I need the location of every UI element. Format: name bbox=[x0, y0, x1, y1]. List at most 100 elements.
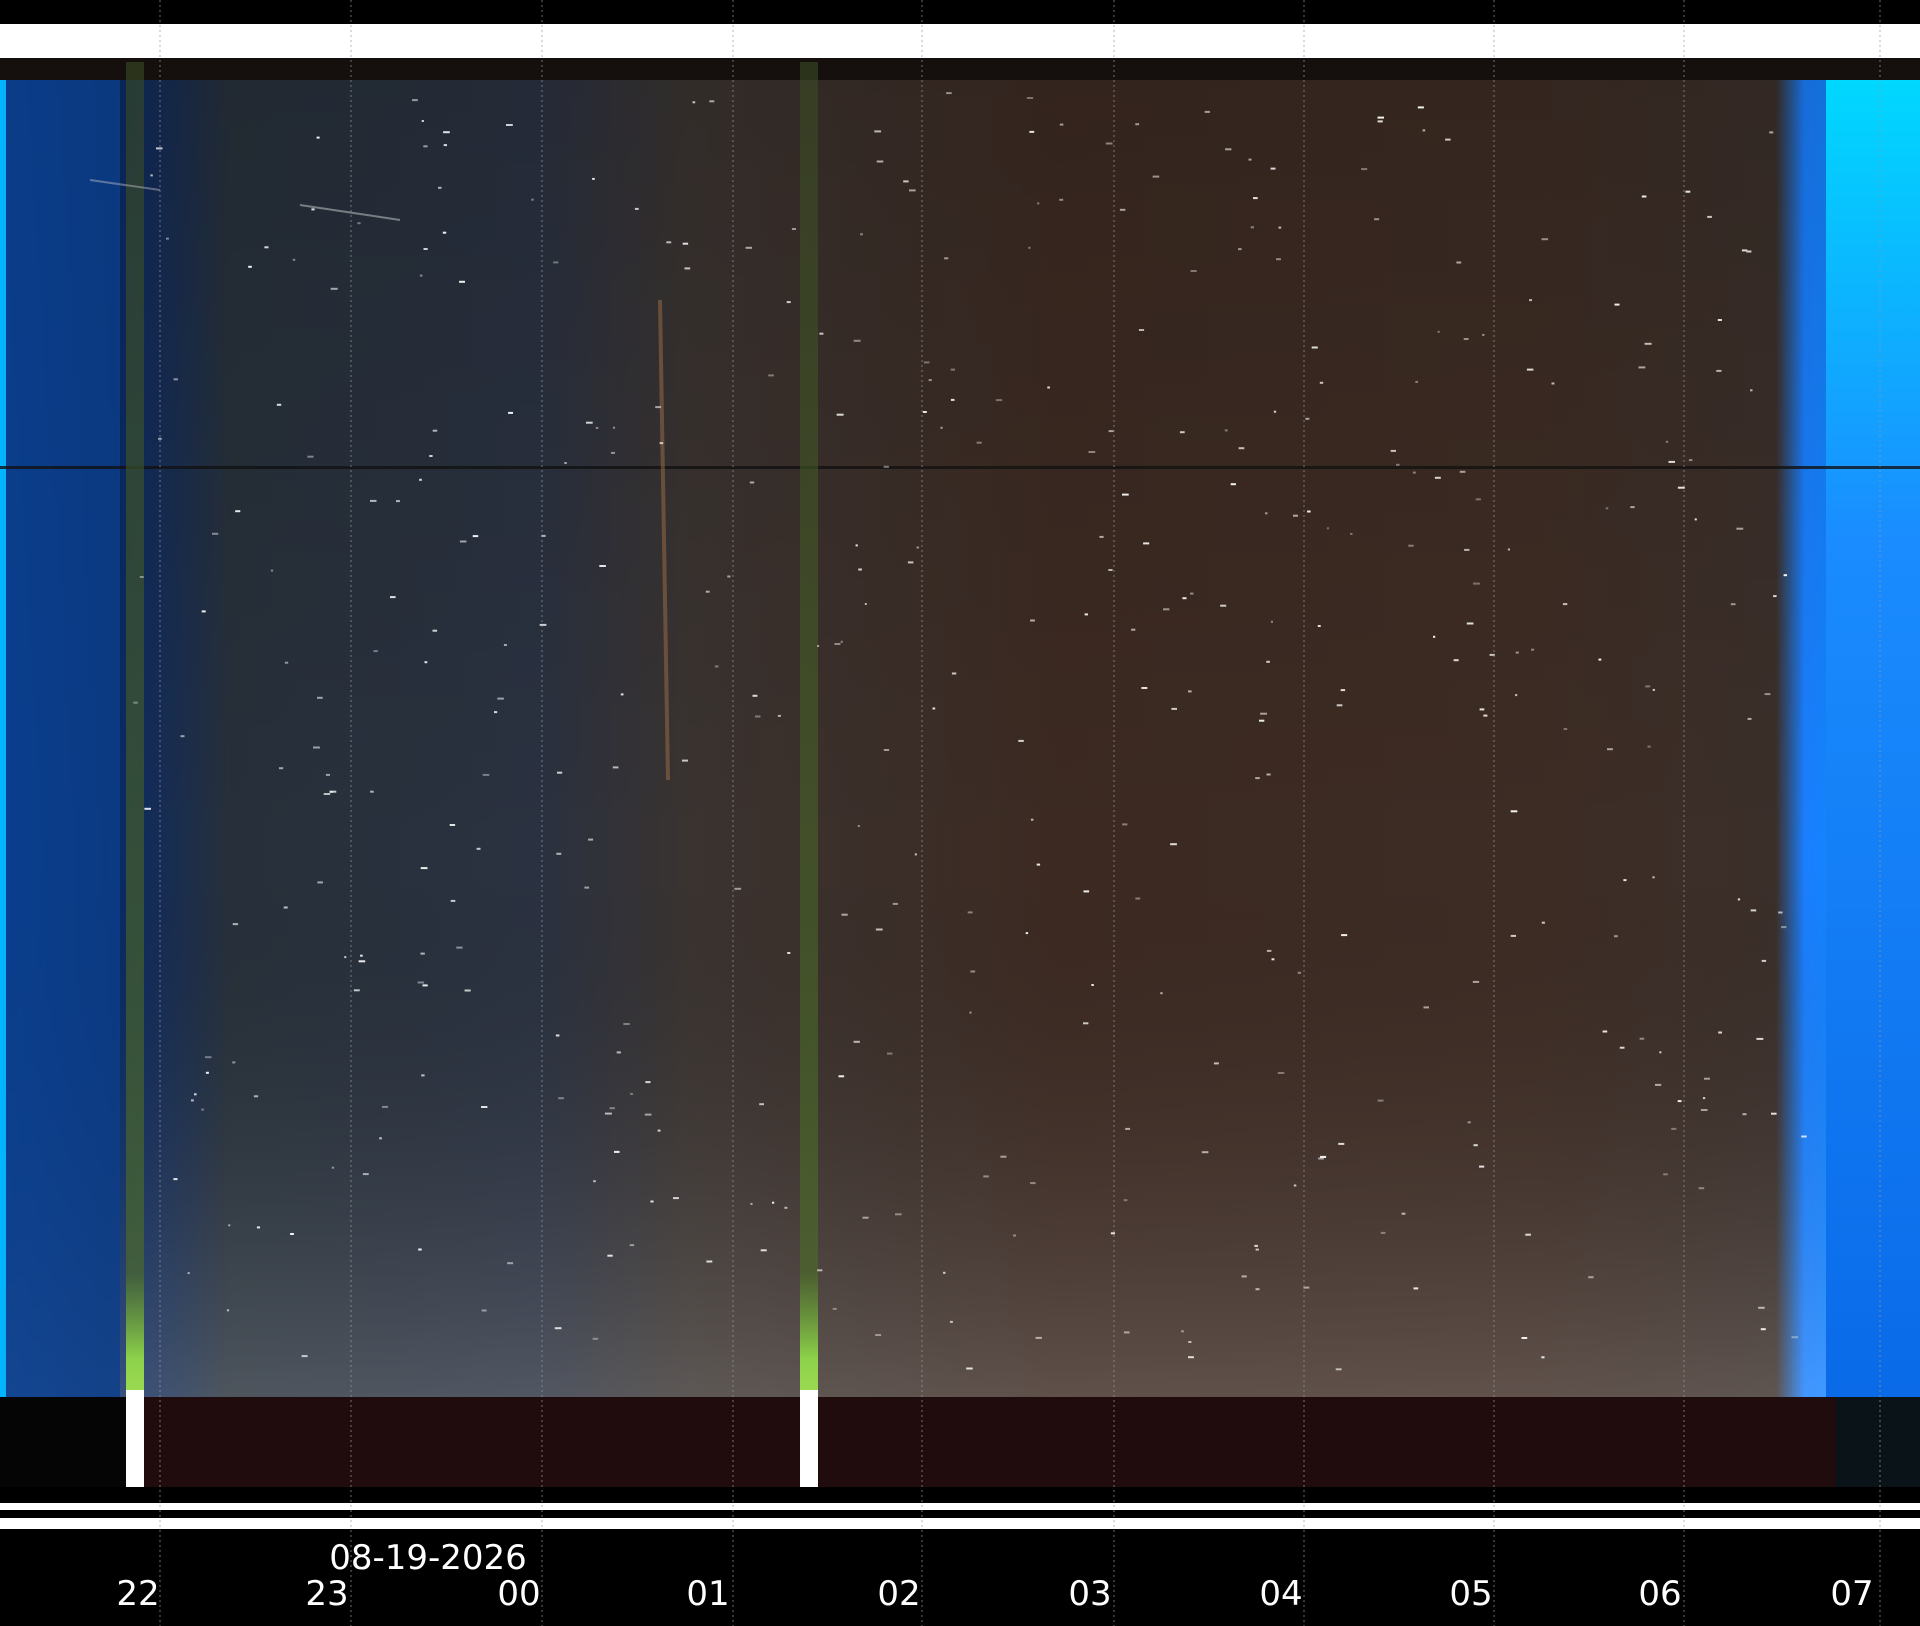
star bbox=[205, 1056, 212, 1059]
star bbox=[612, 426, 616, 429]
star bbox=[1190, 592, 1194, 595]
star bbox=[1453, 659, 1459, 662]
star bbox=[1278, 226, 1282, 229]
star bbox=[951, 672, 957, 675]
star bbox=[1445, 138, 1451, 141]
star bbox=[232, 1061, 236, 1064]
star bbox=[791, 228, 796, 230]
star bbox=[1013, 1234, 1016, 1237]
star bbox=[1028, 246, 1031, 249]
dusk-edge bbox=[0, 80, 6, 1397]
star bbox=[1361, 168, 1368, 171]
star bbox=[166, 237, 169, 240]
star bbox=[1374, 218, 1380, 221]
star bbox=[1541, 921, 1545, 924]
star bbox=[928, 379, 932, 382]
star bbox=[481, 1106, 488, 1108]
star bbox=[1036, 863, 1041, 866]
star bbox=[1645, 685, 1651, 688]
star bbox=[144, 807, 151, 810]
star bbox=[768, 374, 774, 377]
star bbox=[623, 1023, 630, 1025]
star bbox=[706, 1260, 713, 1263]
star bbox=[593, 1180, 596, 1183]
star bbox=[1059, 123, 1064, 126]
star bbox=[855, 544, 858, 547]
star bbox=[557, 771, 563, 774]
star bbox=[657, 1129, 661, 1132]
star bbox=[301, 1355, 308, 1358]
star bbox=[932, 707, 936, 710]
star bbox=[201, 610, 206, 613]
star bbox=[1619, 1046, 1625, 1049]
star bbox=[1340, 689, 1346, 692]
star bbox=[841, 913, 848, 916]
star bbox=[860, 233, 863, 236]
star bbox=[438, 186, 442, 189]
top-dark-strip bbox=[0, 58, 1920, 80]
star bbox=[650, 1200, 654, 1203]
star bbox=[506, 124, 513, 126]
star bbox=[283, 906, 288, 909]
star bbox=[857, 825, 860, 827]
star bbox=[943, 1271, 946, 1274]
star bbox=[1026, 97, 1034, 99]
star bbox=[1265, 512, 1268, 515]
star bbox=[1716, 369, 1722, 372]
star bbox=[1341, 934, 1348, 937]
ground-left-dark bbox=[0, 1397, 130, 1487]
star bbox=[1241, 1275, 1247, 1278]
star bbox=[1201, 1151, 1209, 1154]
star bbox=[1736, 527, 1744, 530]
star bbox=[284, 661, 289, 664]
star bbox=[1677, 1100, 1682, 1103]
star bbox=[949, 1320, 953, 1323]
star bbox=[1760, 1328, 1766, 1331]
star bbox=[1271, 958, 1275, 961]
star bbox=[1702, 1097, 1706, 1100]
star bbox=[599, 565, 606, 567]
date-label: 08-19-2026 bbox=[329, 1538, 527, 1578]
star bbox=[786, 301, 791, 304]
star bbox=[330, 287, 338, 290]
star bbox=[1769, 131, 1774, 134]
star bbox=[727, 575, 731, 578]
seam-line bbox=[0, 466, 1920, 469]
star bbox=[228, 1224, 231, 1227]
star bbox=[1119, 208, 1126, 211]
star bbox=[1783, 574, 1787, 577]
star bbox=[1335, 1368, 1342, 1371]
star bbox=[1338, 1142, 1345, 1145]
star bbox=[539, 623, 547, 626]
star bbox=[1773, 595, 1777, 598]
star bbox=[1623, 879, 1627, 882]
star bbox=[370, 790, 374, 793]
star bbox=[173, 378, 178, 381]
star bbox=[883, 749, 890, 751]
star bbox=[1688, 459, 1693, 462]
star bbox=[1276, 258, 1281, 261]
star bbox=[1255, 777, 1260, 780]
star bbox=[1047, 386, 1050, 389]
star bbox=[1181, 1330, 1184, 1333]
star bbox=[432, 629, 438, 632]
star bbox=[150, 174, 153, 177]
star bbox=[1238, 248, 1242, 251]
star bbox=[1225, 148, 1232, 151]
star bbox=[1737, 898, 1741, 901]
star bbox=[645, 1081, 651, 1084]
star bbox=[1293, 1184, 1297, 1187]
star bbox=[1260, 712, 1267, 715]
star bbox=[1125, 1127, 1131, 1130]
star bbox=[248, 265, 252, 268]
star bbox=[443, 131, 450, 134]
star bbox=[1747, 717, 1752, 720]
star bbox=[874, 130, 882, 133]
star bbox=[876, 160, 884, 163]
star bbox=[604, 1112, 612, 1115]
star bbox=[1472, 980, 1480, 983]
star bbox=[1253, 197, 1258, 200]
star bbox=[734, 887, 742, 890]
star bbox=[1326, 527, 1329, 530]
star bbox=[344, 956, 347, 959]
